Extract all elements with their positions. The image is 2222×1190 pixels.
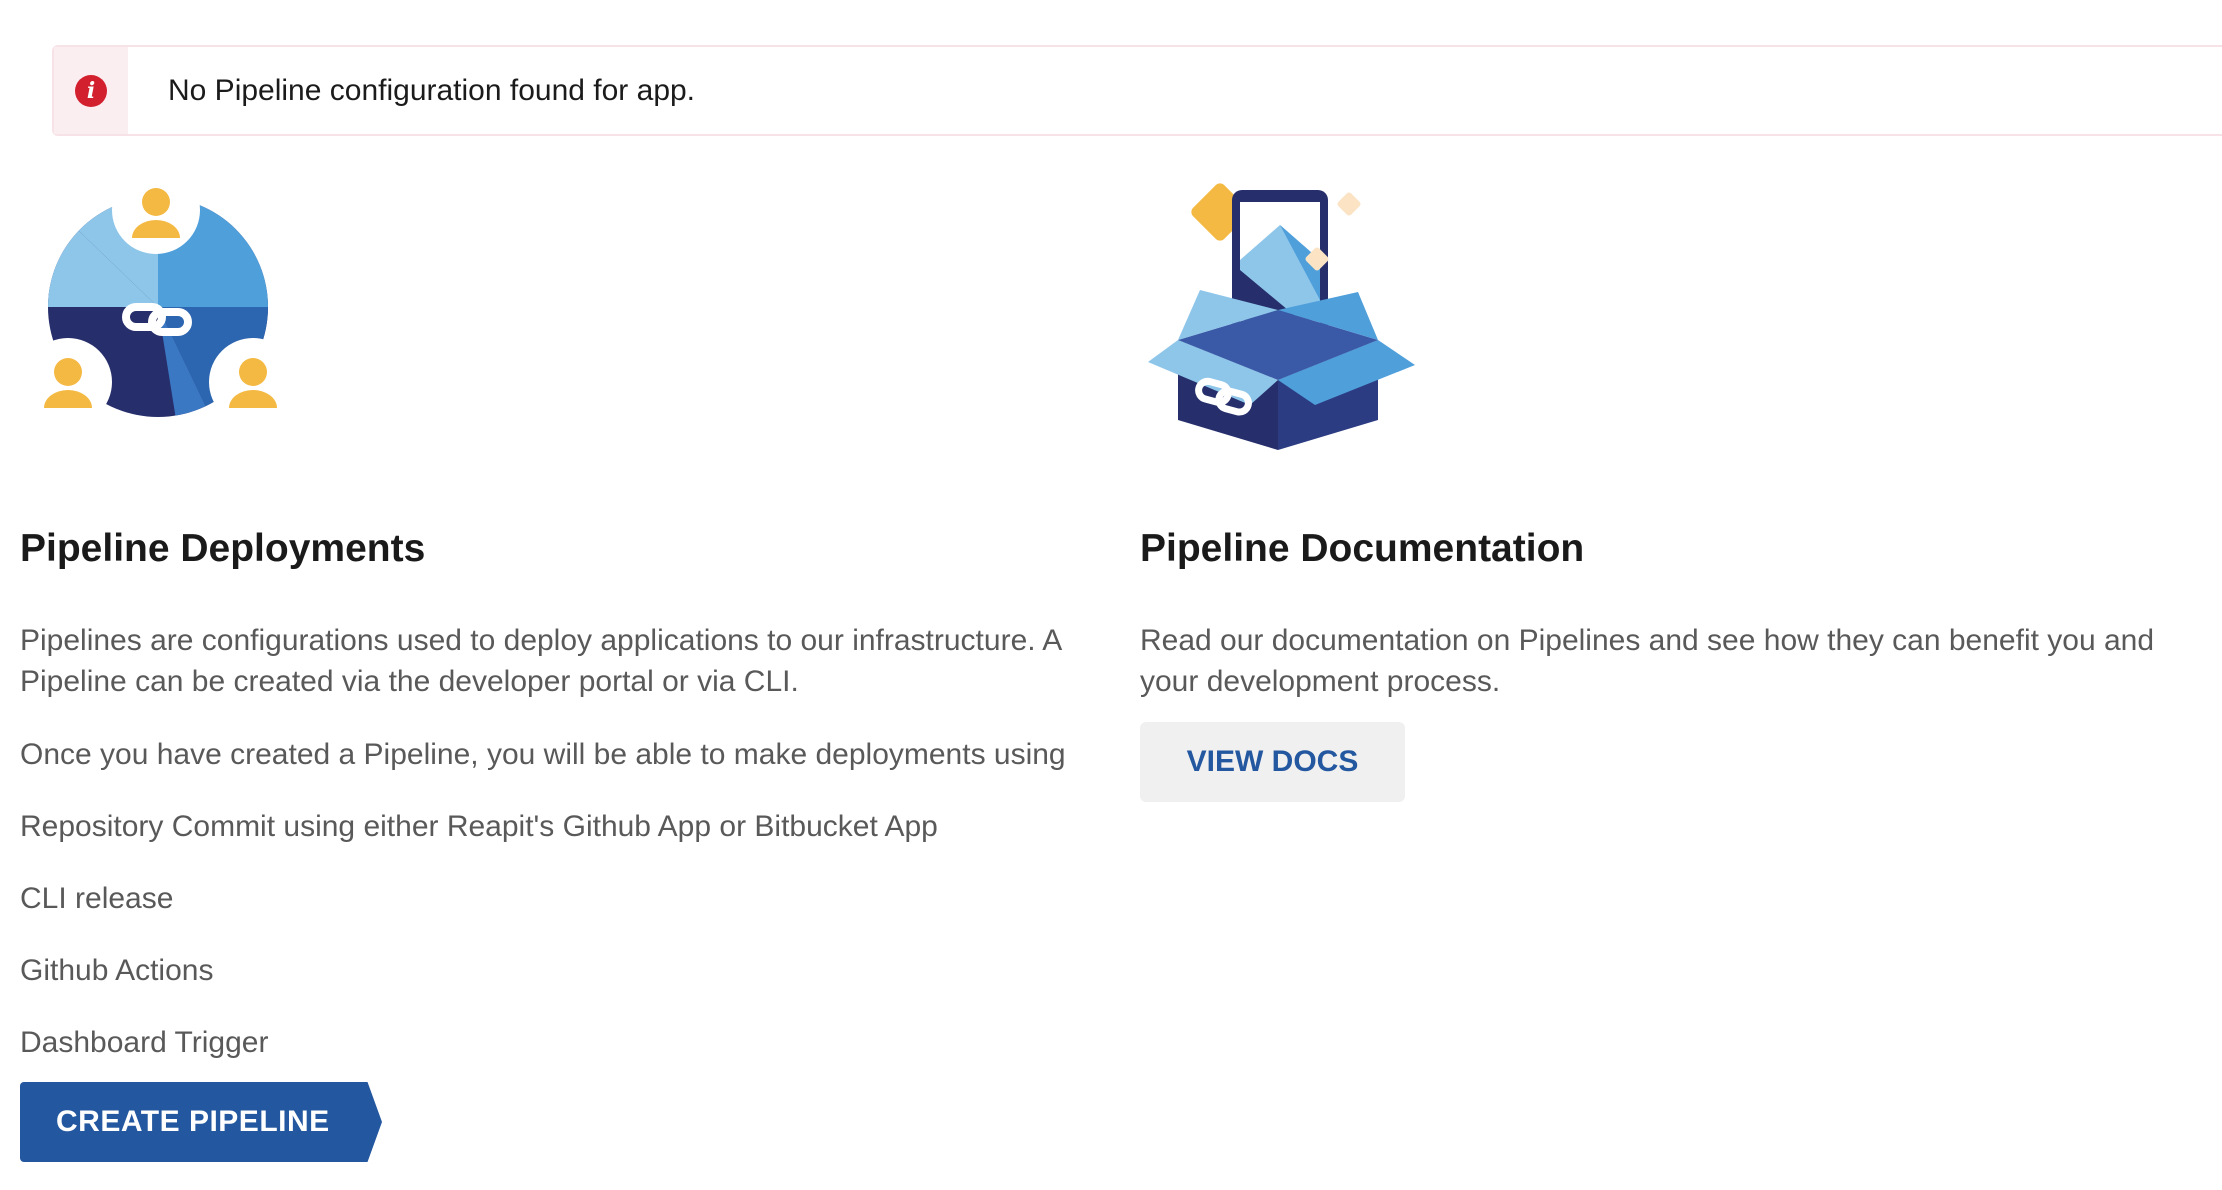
deployments-heading: Pipeline Deployments [20, 527, 426, 570]
info-icon: i [75, 74, 107, 107]
deployment-method-item: CLI release [20, 882, 174, 915]
documentation-intro: Read our documentation on Pipelines and … [1140, 624, 2155, 698]
team-network-illustration [28, 182, 294, 426]
deployment-method-item: Github Actions [20, 954, 214, 987]
deployments-lead: Once you have created a Pipeline, you wi… [20, 738, 1066, 771]
create-pipeline-button[interactable]: CREATE PIPELINE [20, 1082, 382, 1162]
no-pipeline-alert: i No Pipeline configuration found for ap… [52, 45, 2222, 136]
view-docs-button[interactable]: VIEW DOCS [1140, 722, 1405, 802]
alert-icon-container: i [54, 47, 128, 134]
documentation-heading: Pipeline Documentation [1140, 527, 1585, 570]
alert-message: No Pipeline configuration found for app. [168, 73, 696, 107]
pipeline-deployments-section: Pipeline Deployments Pipelines are confi… [20, 520, 1110, 1094]
box-phone-illustration [1148, 183, 1415, 450]
deployments-intro: Pipelines are configurations used to dep… [20, 624, 1061, 698]
deployment-method-item: Dashboard Trigger [20, 1026, 269, 1059]
pipeline-documentation-section: Pipeline Documentation Read our document… [1140, 520, 2200, 734]
pipeline-page: i No Pipeline configuration found for ap… [0, 0, 2222, 1190]
deployment-method-item: Repository Commit using either Reapit's … [20, 810, 938, 843]
